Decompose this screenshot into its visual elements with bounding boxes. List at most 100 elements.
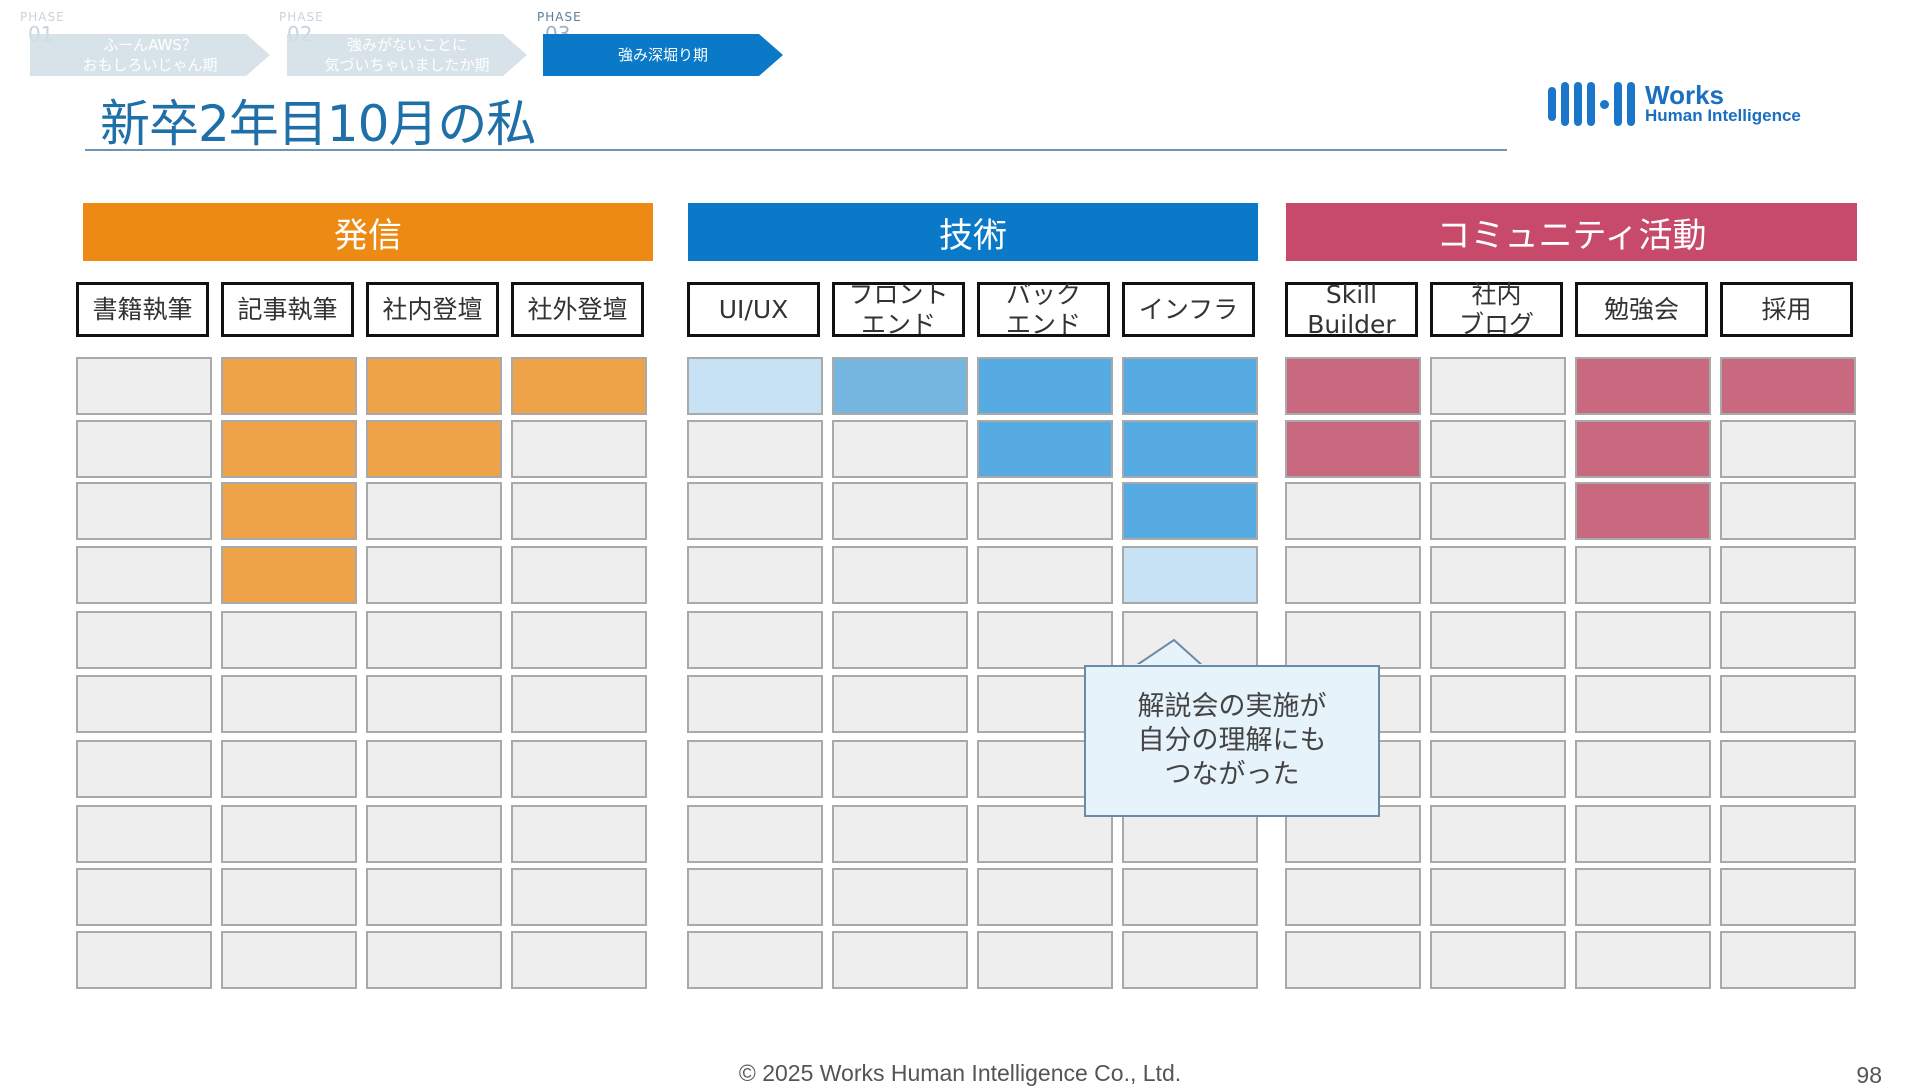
- column-header: 社外登壇: [511, 282, 644, 337]
- grid-cell: [687, 805, 823, 863]
- grid-cell: [1430, 482, 1566, 540]
- grid-cell: [221, 805, 357, 863]
- grid-cell: [1285, 482, 1421, 540]
- grid-cell: [1430, 546, 1566, 604]
- grid-cell: [366, 675, 502, 733]
- grid-cell: [221, 740, 357, 798]
- grid-cell: [1430, 357, 1566, 415]
- grid-cell: [977, 482, 1113, 540]
- grid-cell: [977, 420, 1113, 478]
- grid-cell: [76, 868, 212, 926]
- grid-cell: [76, 611, 212, 669]
- grid-cell: [511, 611, 647, 669]
- callout-pointer: [1134, 638, 1204, 667]
- grid-cell: [511, 546, 647, 604]
- grid-cell: [1575, 740, 1711, 798]
- column-header: フロント エンド: [832, 280, 965, 339]
- grid-cell: [511, 868, 647, 926]
- company-logo: Works Human Intelligence: [1548, 82, 1801, 126]
- group-header-gijutsu: 技術: [688, 203, 1258, 261]
- grid-cell: [1575, 931, 1711, 989]
- logo-text-hi: Human Intelligence: [1645, 106, 1801, 125]
- grid-cell: [511, 420, 647, 478]
- grid-cell: [366, 611, 502, 669]
- grid-cell: [832, 546, 968, 604]
- grid-cell: [1430, 931, 1566, 989]
- grid-cell: [687, 611, 823, 669]
- column-header: 記事執筆: [221, 282, 354, 337]
- grid-cell: [511, 482, 647, 540]
- grid-cell: [76, 931, 212, 989]
- grid-cell: [687, 740, 823, 798]
- column-header: バック エンド: [977, 280, 1110, 339]
- grid-cell: [687, 868, 823, 926]
- column-header: インフラ: [1122, 282, 1255, 337]
- grid-cell: [221, 546, 357, 604]
- grid-cell: [1720, 482, 1856, 540]
- logo-text-works: Works: [1645, 80, 1724, 110]
- column-header: 社内登壇: [366, 282, 499, 337]
- grid-cell: [977, 546, 1113, 604]
- grid-cell: [221, 931, 357, 989]
- grid-cell: [1430, 740, 1566, 798]
- page-title: 新卒2年目10月の私: [100, 95, 536, 153]
- column-header: 採用: [1720, 282, 1853, 337]
- grid-cell: [1720, 546, 1856, 604]
- grid-cell: [76, 482, 212, 540]
- grid-cell: [1122, 357, 1258, 415]
- grid-cell: [1575, 611, 1711, 669]
- grid-cell: [221, 482, 357, 540]
- grid-cell: [832, 675, 968, 733]
- grid-cell: [977, 357, 1113, 415]
- grid-cell: [1122, 931, 1258, 989]
- phase-arrow: ふーんAWS？ おもしろいじゃん期: [30, 34, 270, 76]
- grid-cell: [76, 740, 212, 798]
- grid-cell: [1285, 868, 1421, 926]
- grid-cell: [1122, 420, 1258, 478]
- grid-cell: [76, 675, 212, 733]
- grid-cell: [1720, 931, 1856, 989]
- phase-arrow: 強み深堀り期: [543, 34, 783, 76]
- grid-cell: [366, 805, 502, 863]
- grid-cell: [366, 740, 502, 798]
- grid-cell: [1430, 420, 1566, 478]
- logo-mark-icon: [1548, 82, 1635, 126]
- grid-cell: [687, 546, 823, 604]
- page-number: 98: [1856, 1062, 1882, 1088]
- grid-cell: [687, 420, 823, 478]
- grid-cell: [832, 357, 968, 415]
- grid-cell: [1720, 868, 1856, 926]
- grid-cell: [1430, 868, 1566, 926]
- grid-cell: [511, 805, 647, 863]
- grid-cell: [1575, 420, 1711, 478]
- grid-cell: [1575, 357, 1711, 415]
- grid-cell: [1720, 357, 1856, 415]
- grid-cell: [1720, 675, 1856, 733]
- grid-cell: [76, 357, 212, 415]
- callout-bubble: 解説会の実施が 自分の理解にも つながった: [1084, 665, 1380, 817]
- grid-cell: [832, 482, 968, 540]
- grid-cell: [1430, 611, 1566, 669]
- copyright-footer: © 2025 Works Human Intelligence Co., Ltd…: [738, 1060, 1182, 1086]
- grid-cell: [221, 611, 357, 669]
- grid-cell: [76, 546, 212, 604]
- grid-cell: [366, 420, 502, 478]
- grid-cell: [366, 931, 502, 989]
- grid-cell: [1720, 805, 1856, 863]
- column-header: UI/UX: [687, 282, 820, 337]
- grid-cell: [832, 740, 968, 798]
- grid-cell: [366, 546, 502, 604]
- grid-cell: [977, 931, 1113, 989]
- grid-cell: [687, 675, 823, 733]
- grid-cell: [1285, 931, 1421, 989]
- column-header: 社内 ブログ: [1430, 280, 1563, 339]
- grid-cell: [1575, 675, 1711, 733]
- grid-cell: [511, 931, 647, 989]
- grid-cell: [1430, 805, 1566, 863]
- grid-cell: [1720, 740, 1856, 798]
- grid-cell: [832, 420, 968, 478]
- grid-cell: [832, 931, 968, 989]
- grid-cell: [366, 482, 502, 540]
- grid-cell: [1575, 805, 1711, 863]
- grid-cell: [977, 611, 1113, 669]
